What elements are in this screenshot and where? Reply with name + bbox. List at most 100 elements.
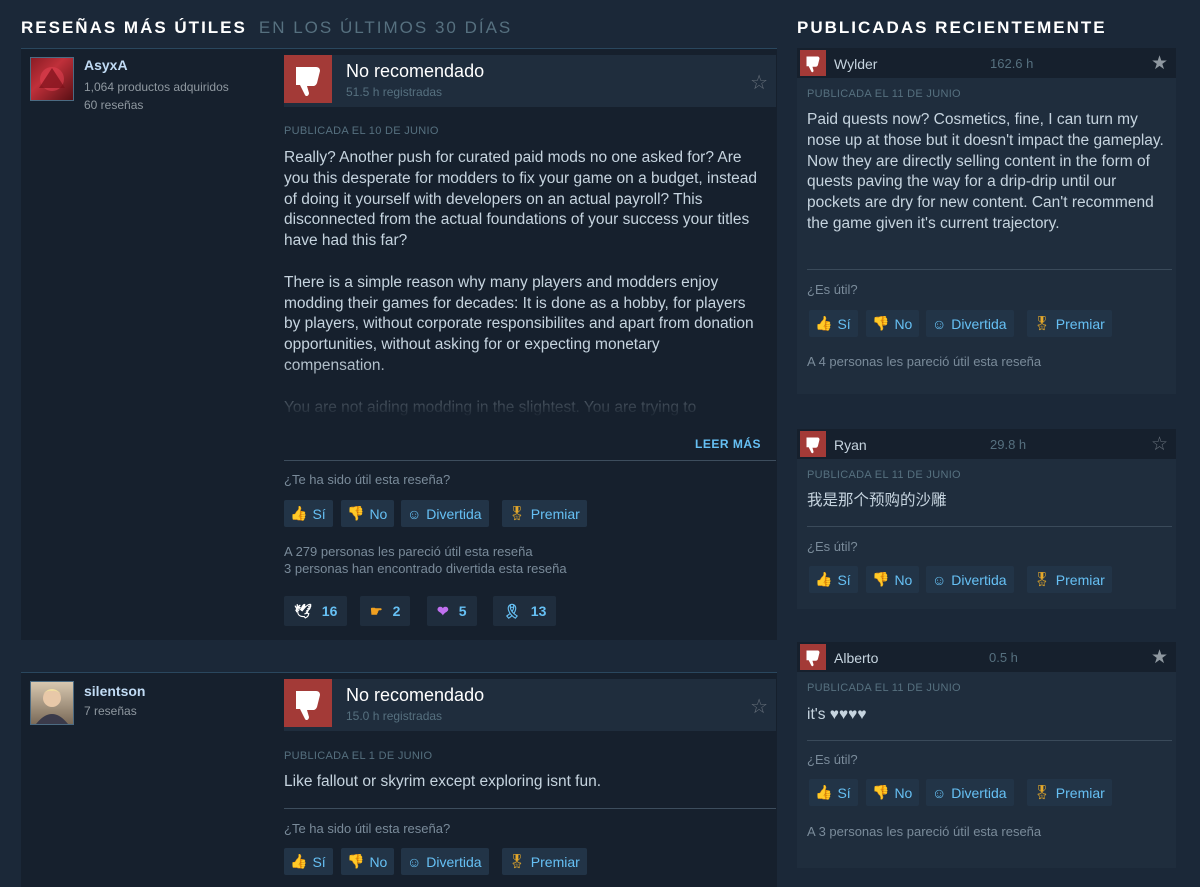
vote-funny-button[interactable]: ☺ Divertida	[926, 566, 1014, 593]
thumbs-down-icon	[800, 644, 826, 670]
review-username[interactable]: AsyxA	[84, 57, 128, 73]
vote-no-button[interactable]: 👎 No	[866, 566, 920, 593]
posted-date: PUBLICADA EL 11 DE JUNIO	[807, 682, 961, 694]
text-fade	[284, 358, 776, 418]
smiley-icon: ☺	[932, 784, 947, 801]
smiley-icon: ☺	[407, 505, 422, 522]
review-card: AsyxA 1,064 productos adquiridos 60 rese…	[21, 48, 777, 640]
vote-yes-button[interactable]: 👍 Sí	[809, 310, 858, 337]
recent-review-card: Ryan 29.8 h ☆ PUBLICADA EL 11 DE JUNIO 我…	[797, 429, 1176, 609]
star-icon[interactable]: ☆	[1151, 433, 1168, 456]
thumbs-down-icon: 👎	[872, 784, 890, 800]
vote-yes-button[interactable]: 👍 Sí	[809, 566, 858, 593]
recent-hours: 0.5 h	[989, 650, 1018, 665]
award-count: 13	[530, 603, 547, 619]
award-label: Premiar	[1055, 571, 1105, 588]
recent-username[interactable]: Ryan	[834, 437, 867, 453]
thumbs-down-icon	[800, 50, 826, 76]
vote-no-button[interactable]: 👎 No	[866, 779, 920, 806]
vote-no-label: No	[369, 505, 388, 522]
user-products-owned[interactable]: 1,064 productos adquiridos	[84, 79, 229, 96]
vote-funny-label: Divertida	[426, 853, 482, 870]
vote-no-label: No	[894, 784, 913, 801]
award-button[interactable]: 🎖 Premiar	[502, 500, 587, 527]
vote-yes-button[interactable]: 👍 Sí	[809, 779, 858, 806]
vote-funny-button[interactable]: ☺ Divertida	[401, 848, 489, 875]
divider	[284, 808, 776, 809]
award-chip[interactable]: 🎗 13	[493, 596, 557, 626]
recent-username[interactable]: Alberto	[834, 650, 878, 666]
vote-no-button[interactable]: 👎 No	[341, 500, 395, 527]
award-button[interactable]: 🎖 Premiar	[1027, 310, 1112, 337]
award-label: Premiar	[530, 505, 580, 522]
vote-no-label: No	[894, 571, 913, 588]
vote-funny-button[interactable]: ☺ Divertida	[926, 310, 1014, 337]
recent-username[interactable]: Wylder	[834, 56, 877, 72]
recent-hours: 162.6 h	[990, 56, 1034, 71]
star-icon[interactable]: ☆	[750, 694, 768, 719]
user-review-count[interactable]: 7 reseñas	[84, 703, 137, 720]
award-count: 16	[321, 603, 338, 619]
thumbs-down-icon: 👎	[347, 505, 365, 521]
vote-funny-label: Divertida	[426, 505, 482, 522]
verdict-label: No recomendado	[346, 61, 485, 81]
vote-no-button[interactable]: 👎 No	[341, 848, 395, 875]
section-title-most-helpful: RESEÑAS MÁS ÚTILES EN LOS ÚLTIMOS 30 DÍAS	[21, 18, 512, 38]
recent-review-header[interactable]: Ryan 29.8 h ☆	[797, 429, 1176, 459]
vote-funny-label: Divertida	[951, 315, 1007, 332]
card-divider	[21, 48, 777, 49]
recent-review-card: Wylder 162.6 h ★ PUBLICADA EL 11 DE JUNI…	[797, 48, 1176, 394]
award-button[interactable]: 🎖 Premiar	[502, 848, 587, 875]
heart-hands-award-icon: ❤	[437, 602, 449, 619]
vote-yes-button[interactable]: 👍 Sí	[284, 848, 333, 875]
section-title-recent: PUBLICADAS RECIENTEMENTE	[797, 18, 1107, 37]
verdict-bar[interactable]: No recomendado 15.0 h registradas ☆	[284, 679, 776, 731]
avatar[interactable]	[30, 57, 74, 101]
card-divider	[21, 672, 777, 673]
divider	[284, 460, 776, 461]
verdict-bar[interactable]: No recomendado 51.5 h registradas ☆	[284, 55, 776, 107]
vote-funny-button[interactable]: ☺ Divertida	[926, 779, 1014, 806]
award-ribbon-icon: 🎖	[508, 505, 526, 521]
award-chip[interactable]: ☛ 2	[360, 596, 411, 626]
award-button[interactable]: 🎖 Premiar	[1027, 566, 1112, 593]
helpful-question: ¿Te ha sido útil esta reseña?	[284, 472, 451, 487]
pointing-hand-award-icon: ☛	[370, 602, 383, 619]
award-label: Premiar	[530, 853, 580, 870]
helpful-question: ¿Te ha sido útil esta reseña?	[284, 821, 451, 836]
review-body: Like fallout or skyrim except exploring …	[284, 773, 602, 790]
thumbs-down-icon	[284, 55, 332, 103]
thumbs-down-icon: 👎	[347, 853, 365, 869]
avatar[interactable]	[30, 681, 74, 725]
thumbs-up-icon: 👍	[290, 505, 308, 521]
read-more-link[interactable]: LEER MÁS	[695, 437, 761, 451]
user-review-count[interactable]: 60 reseñas	[84, 97, 143, 114]
award-chip[interactable]: ❤ 5	[427, 596, 477, 626]
award-chip[interactable]: 🕊 16	[284, 596, 348, 626]
smiley-icon: ☺	[932, 315, 947, 332]
smiley-icon: ☺	[932, 571, 947, 588]
recent-review-body: it's ♥♥♥♥	[807, 706, 867, 723]
posted-date: PUBLICADA EL 10 DE JUNIO	[284, 125, 439, 137]
star-icon[interactable]: ☆	[750, 70, 768, 95]
review-username[interactable]: silentson	[84, 683, 145, 699]
vote-yes-button[interactable]: 👍 Sí	[284, 500, 333, 527]
thumbs-down-icon	[800, 431, 826, 457]
recent-review-header[interactable]: Wylder 162.6 h ★	[797, 48, 1176, 78]
posted-date: PUBLICADA EL 11 DE JUNIO	[807, 88, 961, 100]
hours-played: 15.0 h registradas	[346, 709, 443, 723]
award-button[interactable]: 🎖 Premiar	[1027, 779, 1112, 806]
verdict-label: No recomendado	[346, 685, 485, 705]
recent-review-header[interactable]: Alberto 0.5 h ★	[797, 642, 1176, 672]
vote-no-button[interactable]: 👎 No	[866, 310, 920, 337]
thumbs-down-icon: 👎	[872, 315, 890, 331]
vote-no-label: No	[369, 853, 388, 870]
award-count: 2	[392, 603, 401, 619]
star-icon[interactable]: ★	[1151, 52, 1168, 75]
vote-funny-button[interactable]: ☺ Divertida	[401, 500, 489, 527]
review-card: silentson 7 reseñas No recomendado 15.0 …	[21, 672, 777, 887]
helpful-summary: A 3 personas les pareció útil esta reseñ…	[807, 824, 1042, 839]
star-icon[interactable]: ★	[1151, 646, 1168, 669]
award-ribbon-icon: 🎖	[1033, 571, 1051, 587]
award-ribbon-icon: 🎖	[1033, 784, 1051, 800]
